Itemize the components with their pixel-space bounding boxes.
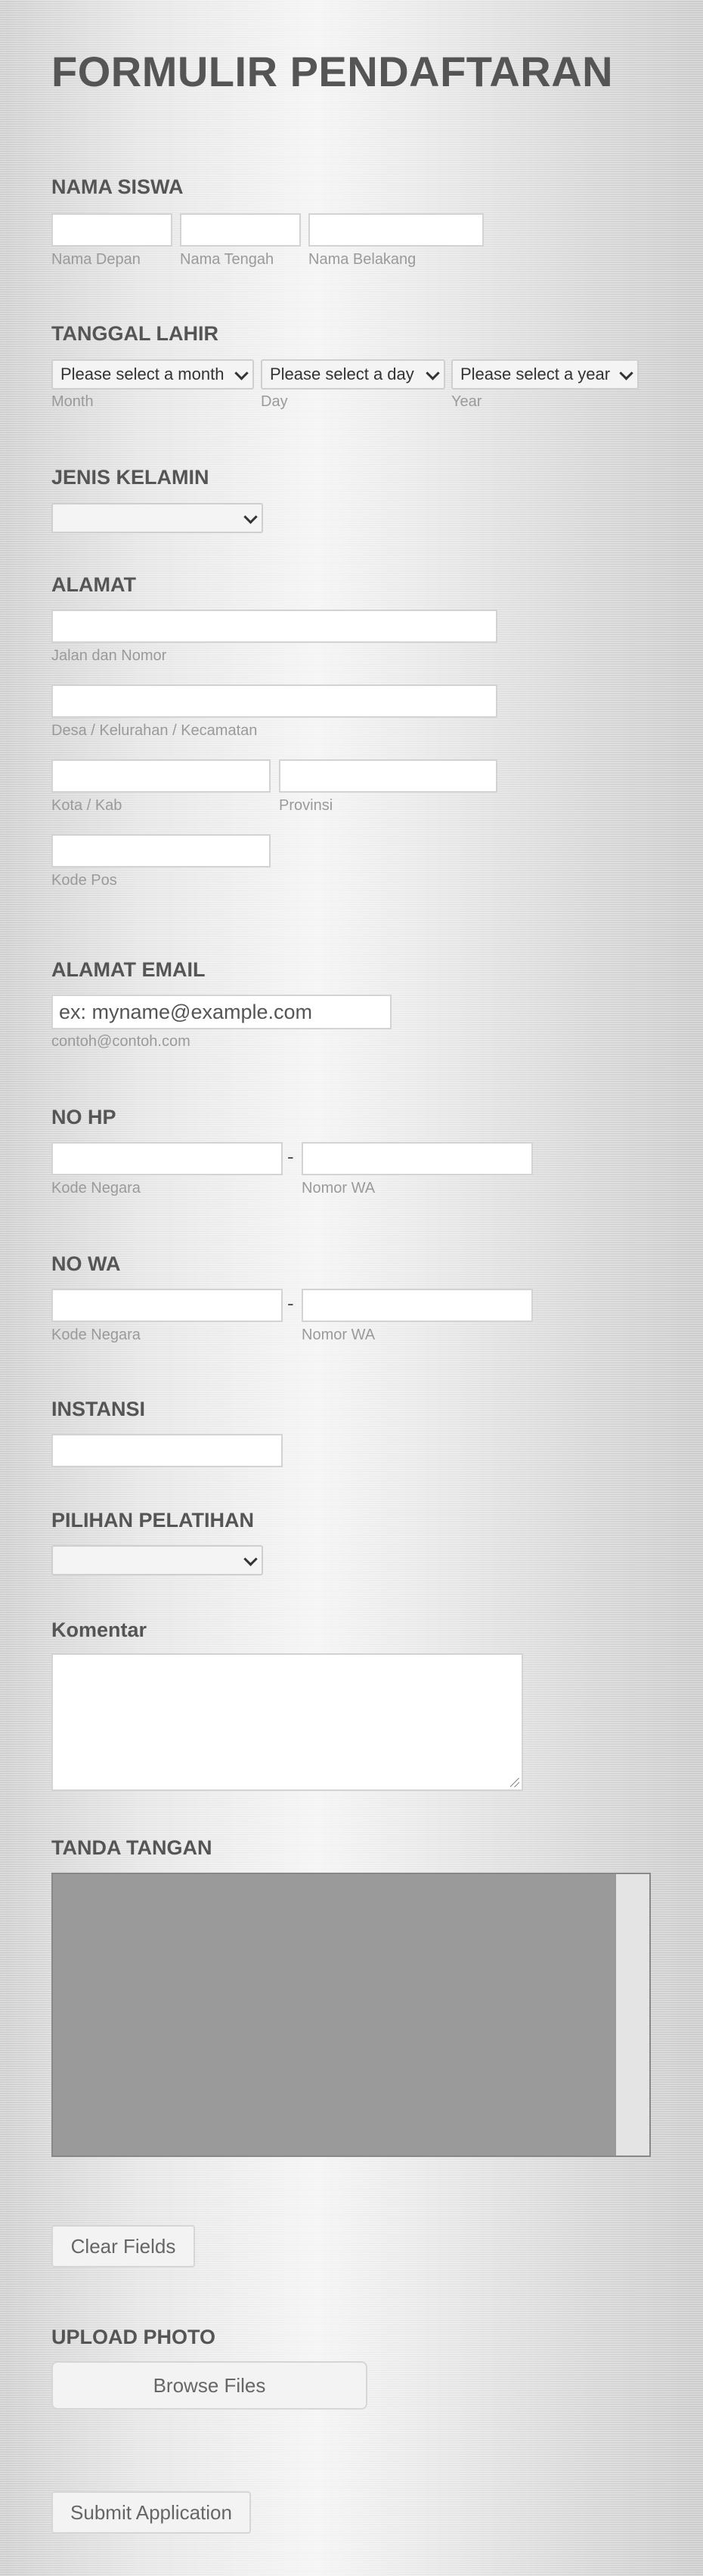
birth-year-select[interactable]: Please select a year — [451, 359, 639, 390]
komentar-label: Komentar — [51, 1619, 147, 1641]
wa-number-sublabel: Nomor WA — [302, 1327, 376, 1343]
jenis-kelamin-label: JENIS KELAMIN — [51, 466, 209, 489]
chevron-down-icon — [619, 366, 633, 380]
birth-month-sublabel: Month — [51, 393, 94, 410]
last-name-input[interactable] — [308, 213, 484, 247]
chevron-down-icon — [243, 510, 258, 524]
birth-month-value: Please select a month — [60, 365, 225, 383]
hp-country-code-input[interactable] — [51, 1142, 283, 1175]
hp-separator: - — [287, 1145, 294, 1168]
resize-handle-icon[interactable] — [510, 1778, 519, 1787]
area-sublabel: Desa / Kelurahan / Kecamatan — [51, 722, 258, 739]
email-sublabel: contoh@contoh.com — [51, 1033, 190, 1050]
birth-year-sublabel: Year — [451, 393, 482, 410]
province-input[interactable] — [279, 759, 497, 793]
postal-code-input[interactable] — [51, 834, 271, 867]
clear-fields-button[interactable]: Clear Fields — [51, 2225, 195, 2267]
middle-name-sublabel: Nama Tengah — [180, 251, 274, 268]
submit-application-button[interactable]: Submit Application — [51, 2491, 251, 2534]
middle-name-input[interactable] — [180, 213, 301, 247]
wa-country-code-sublabel: Kode Negara — [51, 1327, 141, 1343]
gender-select[interactable] — [51, 503, 263, 533]
nama-siswa-label: NAMA SISWA — [51, 175, 184, 198]
no-wa-label: NO WA — [51, 1252, 121, 1275]
hp-country-code-sublabel: Kode Negara — [51, 1180, 141, 1196]
wa-country-code-input[interactable] — [51, 1289, 283, 1322]
street-input[interactable] — [51, 610, 497, 643]
instansi-input[interactable] — [51, 1434, 283, 1467]
birth-month-select[interactable]: Please select a month — [51, 359, 254, 390]
page-title: FORMULIR PENDAFTARAN — [51, 48, 614, 95]
city-input[interactable] — [51, 759, 271, 793]
hp-number-sublabel: Nomor WA — [302, 1180, 376, 1196]
comment-textarea[interactable] — [51, 1653, 523, 1791]
email-input[interactable]: ex: myname@example.com — [51, 995, 392, 1029]
last-name-sublabel: Nama Belakang — [308, 251, 417, 268]
alamat-label: ALAMAT — [51, 573, 136, 596]
postal-code-sublabel: Kode Pos — [51, 872, 117, 889]
area-input[interactable] — [51, 684, 497, 718]
training-select[interactable] — [51, 1545, 263, 1575]
birth-day-sublabel: Day — [261, 393, 288, 410]
province-sublabel: Provinsi — [279, 797, 333, 814]
chevron-down-icon — [234, 366, 249, 380]
browse-files-button[interactable]: Browse Files — [51, 2361, 367, 2410]
city-sublabel: Kota / Kab — [51, 797, 122, 814]
upload-photo-label: UPLOAD PHOTO — [51, 2326, 216, 2348]
chevron-down-icon — [426, 366, 440, 380]
signature-pad[interactable] — [51, 1873, 651, 2157]
instansi-label: INSTANSI — [51, 1398, 146, 1420]
birth-year-value: Please select a year — [460, 365, 611, 383]
birth-day-select[interactable]: Please select a day — [261, 359, 445, 390]
signature-scrollbar[interactable] — [615, 1874, 649, 2155]
email-label: ALAMAT EMAIL — [51, 958, 206, 981]
first-name-sublabel: Nama Depan — [51, 251, 141, 268]
hp-number-input[interactable] — [302, 1142, 533, 1175]
birth-day-value: Please select a day — [270, 365, 414, 383]
wa-number-input[interactable] — [302, 1289, 533, 1322]
pilihan-pelatihan-label: PILIHAN PELATIHAN — [51, 1509, 254, 1532]
tanda-tangan-label: TANDA TANGAN — [51, 1836, 212, 1859]
chevron-down-icon — [243, 1552, 258, 1566]
no-hp-label: NO HP — [51, 1106, 116, 1128]
first-name-input[interactable] — [51, 213, 172, 247]
wa-separator: - — [287, 1292, 294, 1314]
tanggal-lahir-label: TANGGAL LAHIR — [51, 322, 218, 345]
street-sublabel: Jalan dan Nomor — [51, 647, 167, 664]
